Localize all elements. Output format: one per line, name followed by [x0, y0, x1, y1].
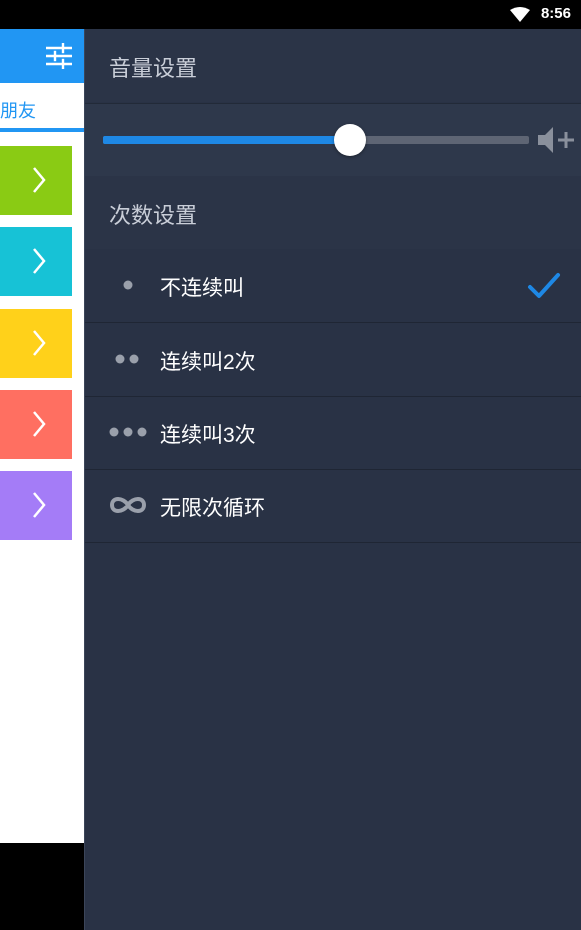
- status-time: 8:56: [540, 5, 571, 22]
- option-label: 连续叫2次: [160, 351, 256, 374]
- infinity-icon: [109, 497, 147, 513]
- option-label: 连续叫3次: [160, 424, 256, 447]
- background-tab-label[interactable]: 朋友: [0, 97, 36, 123]
- volume-slider-thumb[interactable]: [334, 124, 367, 156]
- background-app-header: [0, 29, 84, 83]
- background-tile[interactable]: [0, 390, 72, 459]
- wifi-icon: [510, 7, 530, 22]
- option-label: 无限次循环: [160, 497, 265, 520]
- volume-section-title: 音量设置: [109, 56, 198, 81]
- option-no-repeat[interactable]: 不连续叫: [85, 249, 581, 323]
- volume-row: [85, 103, 581, 177]
- volume-slider-fill: [103, 136, 351, 144]
- volume-section-header: 音量设置: [85, 29, 581, 102]
- chevron-right-icon: [33, 248, 46, 274]
- option-label: 不连续叫: [160, 277, 244, 300]
- count-section-header: 次数设置: [85, 176, 581, 249]
- chevron-right-icon: [33, 411, 46, 437]
- background-app: 朋友: [0, 29, 84, 843]
- chevron-right-icon: [33, 492, 46, 518]
- background-tile[interactable]: [0, 227, 72, 296]
- sliders-icon[interactable]: [46, 43, 72, 69]
- three-dots-icon: [109, 427, 147, 437]
- chevron-right-icon: [33, 167, 46, 193]
- option-repeat-twice[interactable]: 连续叫2次: [85, 323, 581, 397]
- two-dots-icon: [115, 354, 139, 364]
- count-section-title: 次数设置: [109, 203, 198, 228]
- background-tile[interactable]: [0, 309, 72, 378]
- background-bottom-area: [0, 843, 84, 930]
- background-tab-indicator: [0, 128, 84, 132]
- option-repeat-three-times[interactable]: 连续叫3次: [85, 396, 581, 470]
- chevron-right-icon: [33, 330, 46, 356]
- background-tile[interactable]: [0, 146, 72, 215]
- settings-drawer: 音量设置 次数设置 不连续叫 连续叫2次 连续叫3次 无限次循环: [84, 29, 581, 930]
- background-tile[interactable]: [0, 471, 72, 540]
- check-icon: [528, 273, 560, 298]
- volume-slider[interactable]: [103, 124, 529, 156]
- option-infinite-loop[interactable]: 无限次循环: [85, 469, 581, 543]
- one-dot-icon: [123, 280, 133, 290]
- volume-up-icon[interactable]: [536, 124, 576, 156]
- status-bar: 8:56: [0, 0, 581, 29]
